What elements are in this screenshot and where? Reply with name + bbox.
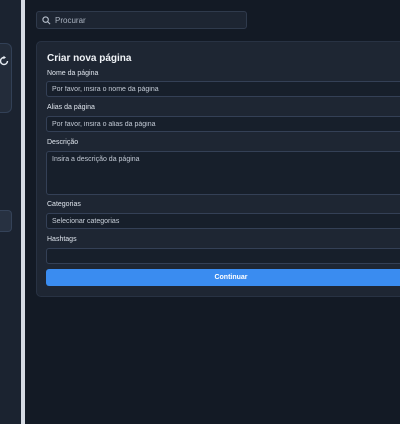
search-input[interactable] — [55, 15, 235, 25]
continue-button[interactable]: Continuar — [46, 269, 400, 286]
description-textarea[interactable] — [46, 151, 400, 195]
hashtags-label: Hashtags — [47, 236, 77, 243]
page-name-input[interactable] — [46, 81, 400, 97]
form-title: Criar nova página — [47, 53, 132, 64]
hashtags-input[interactable] — [46, 248, 400, 264]
categories-label: Categorias — [47, 201, 81, 208]
sidebar-card[interactable] — [0, 43, 12, 113]
sidebar-item[interactable] — [0, 210, 12, 232]
search-icon — [42, 15, 51, 24]
categories-select[interactable]: Selecionar categorias — [46, 213, 400, 229]
refresh-icon[interactable] — [0, 54, 10, 66]
categories-select-placeholder: Selecionar categorias — [52, 217, 120, 225]
page-name-label: Nome da página — [47, 70, 99, 77]
create-page-form: Criar nova página Nome da página Alias d… — [36, 41, 400, 297]
left-sidebar — [0, 0, 21, 424]
search-bar[interactable] — [36, 11, 247, 29]
description-label: Descrição — [47, 139, 79, 146]
page-alias-input[interactable] — [46, 116, 400, 132]
page-alias-label: Alias da página — [47, 104, 95, 111]
main-content: Criar nova página Nome da página Alias d… — [25, 0, 400, 424]
